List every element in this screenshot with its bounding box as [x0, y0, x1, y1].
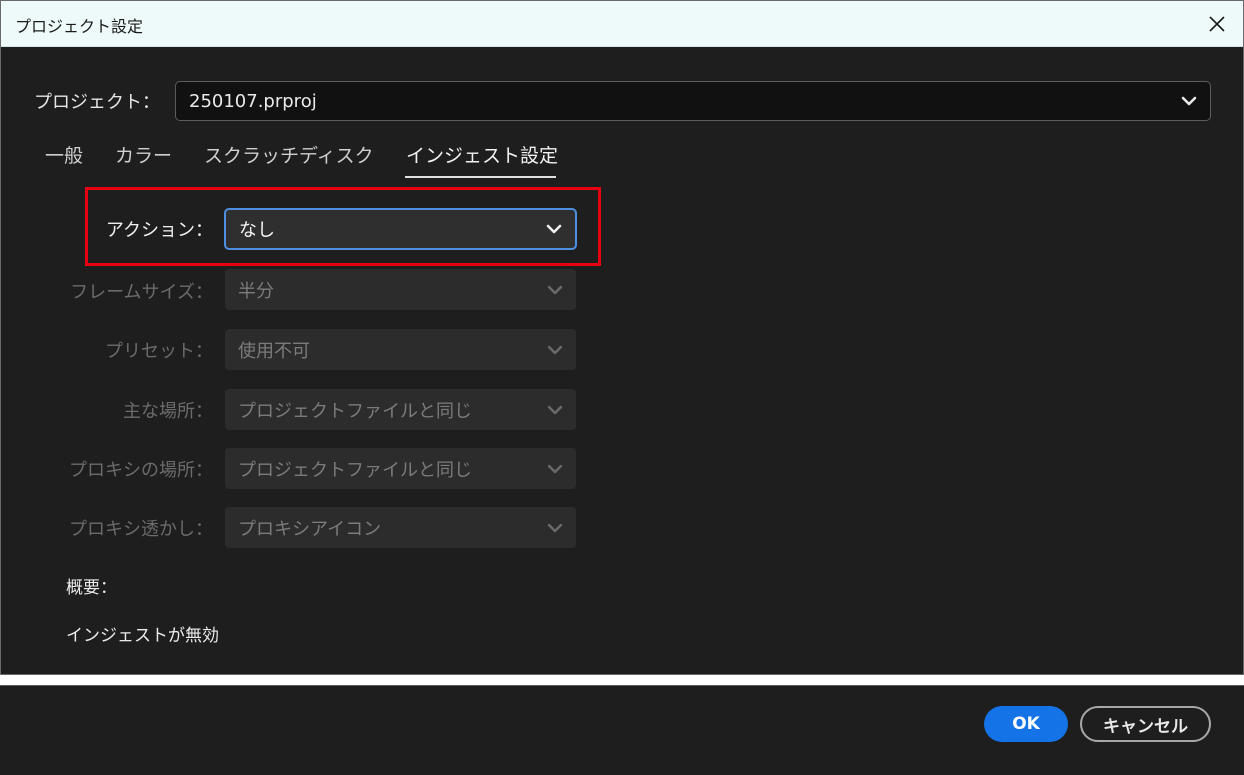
chevron-down-icon	[1181, 96, 1197, 106]
summary-label: 概要：	[66, 578, 117, 598]
proxy-watermark-value: プロキシアイコン	[238, 518, 382, 540]
project-select-value: 250107.prproj	[189, 90, 317, 112]
chevron-down-icon	[547, 405, 563, 414]
proxy-watermark-label: プロキシ透かし：	[69, 519, 213, 540]
summary-text: インジェストが無効	[66, 626, 219, 646]
primary-location-label: 主な場所：	[123, 401, 213, 422]
chevron-down-icon	[547, 523, 563, 532]
proxy-watermark-select: プロキシアイコン	[225, 507, 576, 548]
dialog-footer: OK キャンセル	[0, 685, 1244, 775]
proxy-location-select: プロジェクトファイルと同じ	[225, 448, 576, 489]
chevron-down-icon	[547, 285, 563, 294]
cancel-button[interactable]: キャンセル	[1080, 706, 1211, 742]
tab-scratch-disks[interactable]: スクラッチディスク	[204, 141, 374, 168]
preset-select: 使用不可	[225, 329, 576, 370]
dialog-title: プロジェクト設定	[15, 17, 144, 36]
close-button[interactable]	[1201, 8, 1233, 40]
project-select[interactable]: 250107.prproj	[175, 81, 1211, 121]
primary-location-select: プロジェクトファイルと同じ	[225, 389, 576, 430]
primary-location-value: プロジェクトファイルと同じ	[238, 400, 472, 422]
frame-size-label: フレームサイズ：	[70, 282, 213, 303]
chevron-down-icon	[547, 345, 563, 354]
title-bar: プロジェクト設定	[1, 1, 1243, 47]
frame-size-select: 半分	[225, 269, 576, 310]
preset-label: プリセット：	[105, 341, 213, 362]
project-label: プロジェクト：	[34, 92, 160, 113]
project-settings-dialog: プロジェクト設定 プロジェクト： 250107.prproj 一般 カラー スク…	[0, 0, 1244, 675]
action-label: アクション：	[105, 220, 213, 241]
action-select[interactable]: なし	[224, 208, 577, 250]
tab-ingest-settings[interactable]: インジェスト設定	[406, 141, 558, 168]
ok-button[interactable]: OK	[984, 706, 1068, 742]
preset-value: 使用不可	[238, 340, 310, 362]
close-icon	[1209, 16, 1225, 32]
active-tab-indicator	[405, 176, 556, 178]
tab-general[interactable]: 一般	[45, 141, 83, 168]
frame-size-value: 半分	[238, 280, 274, 302]
proxy-location-value: プロジェクトファイルと同じ	[238, 459, 472, 481]
proxy-location-label: プロキシの場所：	[69, 460, 213, 481]
chevron-down-icon	[547, 464, 563, 473]
tab-color[interactable]: カラー	[115, 141, 172, 168]
action-select-value: なし	[239, 220, 275, 241]
chevron-down-icon	[546, 224, 562, 234]
